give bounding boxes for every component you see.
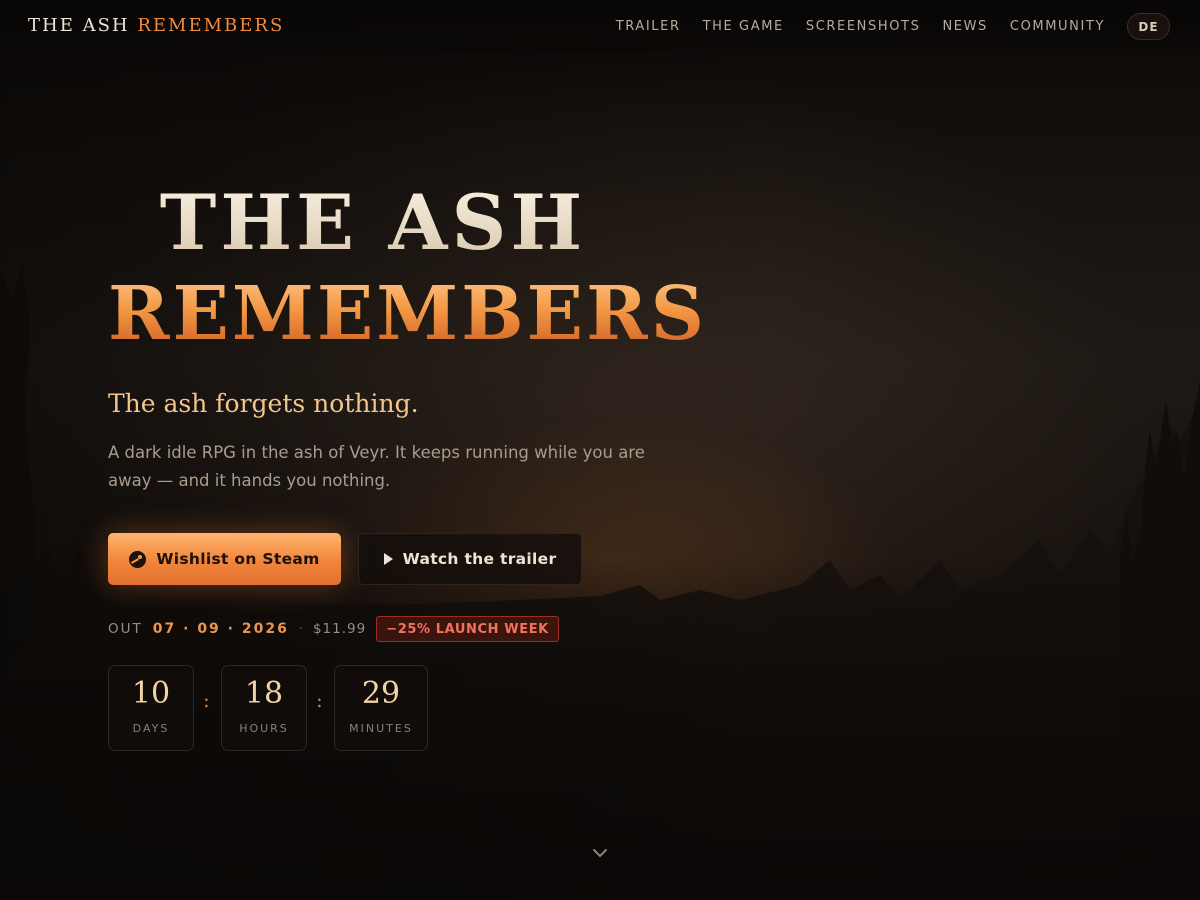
nav-item-the-game[interactable]: THE GAME: [703, 19, 784, 34]
countdown-minutes-label: MINUTES: [349, 722, 413, 735]
steam-icon: [129, 550, 147, 568]
nav-item-news[interactable]: NEWS: [942, 19, 987, 34]
discount-badge: −25% LAUNCH WEEK: [376, 616, 559, 642]
release-separator: ·: [298, 621, 303, 637]
play-icon: [383, 553, 393, 565]
nav-item-community[interactable]: COMMUNITY: [1010, 19, 1105, 34]
countdown-hours-value: 18: [244, 676, 284, 711]
hero-tagline: The ash forgets nothing.: [108, 389, 419, 418]
countdown-minutes: 29 MINUTES: [334, 665, 428, 751]
chevron-down-icon[interactable]: [590, 843, 610, 863]
brand-word-1: THE ASH: [28, 15, 130, 36]
release-date: 07 · 09 · 2026: [152, 621, 289, 637]
brand-word-2: REMEMBERS: [137, 15, 285, 36]
price: $11.99: [312, 621, 367, 637]
countdown-minutes-value: 29: [361, 676, 401, 711]
countdown-hours-label: HOURS: [239, 722, 289, 735]
top-nav-bar: THE ASH REMEMBERS TRAILER THE GAME SCREE…: [0, 0, 1200, 54]
watch-trailer-button[interactable]: Watch the trailer: [358, 533, 582, 585]
main-nav: TRAILER THE GAME SCREENSHOTS NEWS COMMUN…: [616, 19, 1105, 34]
wishlist-steam-button[interactable]: Wishlist on Steam: [108, 533, 341, 585]
release-info: OUT 07 · 09 · 2026 · $11.99 −25% LAUNCH …: [108, 615, 559, 643]
countdown-separator: :: [203, 688, 210, 712]
hero-title-line-2: REMEMBERS: [108, 271, 708, 357]
countdown-days-label: DAYS: [132, 722, 170, 735]
nav-item-trailer[interactable]: TRAILER: [616, 19, 681, 34]
countdown-hours: 18 HOURS: [221, 665, 307, 751]
release-out-label: OUT: [108, 621, 143, 637]
countdown-separator: :: [316, 688, 323, 712]
wishlist-button-label: Wishlist on Steam: [156, 550, 320, 568]
hero-description: A dark idle RPG in the ash of Veyr. It k…: [108, 443, 645, 490]
brand-logo[interactable]: THE ASH REMEMBERS: [28, 15, 284, 36]
countdown-days-value: 10: [131, 676, 171, 711]
hero-title-line-1: THE ASH: [0, 178, 746, 267]
nav-item-screenshots[interactable]: SCREENSHOTS: [806, 19, 921, 34]
countdown-days: 10 DAYS: [108, 665, 194, 751]
language-switch-button[interactable]: DE: [1127, 13, 1170, 40]
trailer-button-label: Watch the trailer: [402, 550, 557, 568]
